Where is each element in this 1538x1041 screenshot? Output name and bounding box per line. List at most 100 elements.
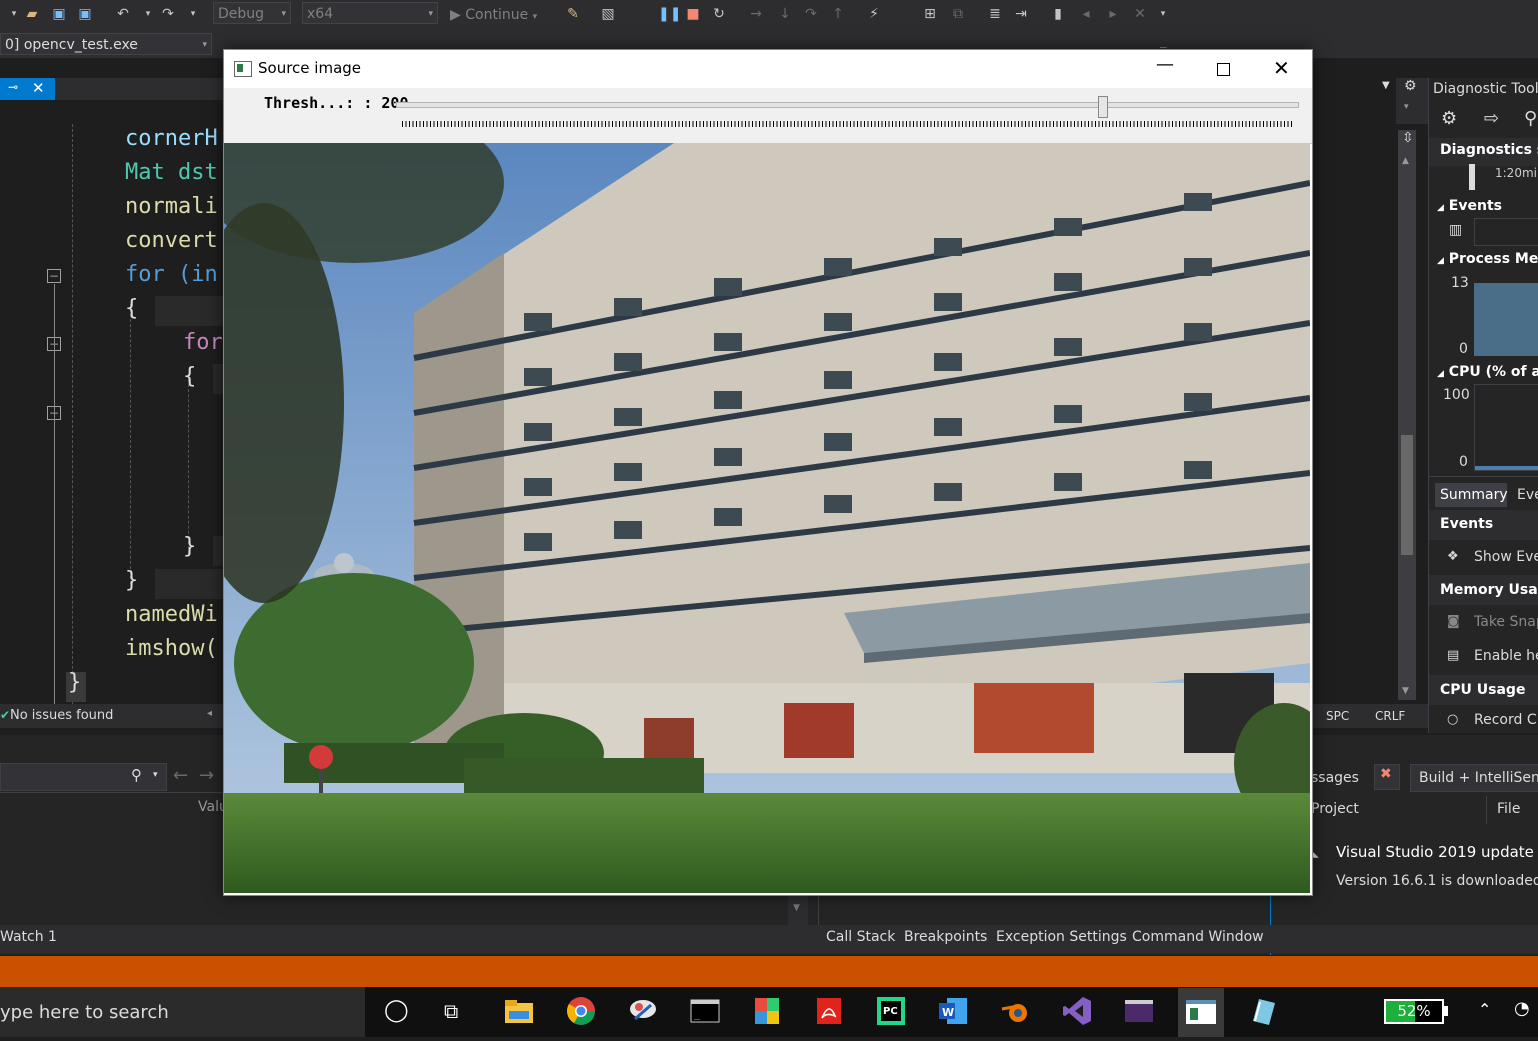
tab-exception-settings[interactable]: Exception Settings [996,929,1127,945]
scroll-left-icon[interactable]: ◂ [207,708,212,719]
search-dropdown-icon[interactable]: ▾ [153,770,158,780]
editor-scrollbar[interactable]: ⇳ ▲ ▼ [1398,130,1416,700]
back-icon[interactable]: ← [173,765,188,786]
pycharm-icon[interactable]: PC [875,995,907,1027]
dropdown-arrow-icon[interactable]: ▾ [6,6,22,22]
process-select[interactable]: 0] opencv_test.exe ▾ [0,33,212,55]
step-out-icon[interactable]: ↑ [830,6,846,22]
update-notification[interactable]: ◣ Visual Studio 2019 update Version 16.6… [1308,840,1538,920]
show-next-statement-icon[interactable]: → [748,6,764,22]
parallel-icon[interactable]: ⧉ [950,6,966,22]
acrobat-icon[interactable] [813,995,845,1027]
record-cpu-button[interactable]: Record CP [1474,712,1538,728]
save-all-icon[interactable]: ▣ [77,6,93,22]
word-icon[interactable]: W [937,995,969,1027]
screenshot-icon[interactable]: ▧ [600,6,616,22]
show-hidden-icons-icon[interactable]: ⌃ [1478,1000,1491,1019]
cortana-icon[interactable]: ◯ [384,998,409,1023]
enable-heap-toggle[interactable]: Enable he [1474,648,1538,664]
events-header[interactable]: ◢ Events [1437,198,1502,214]
tab-call-stack[interactable]: Call Stack [826,929,895,945]
forward-icon[interactable]: → [199,765,214,786]
settings-gear-icon[interactable]: ⚙ [1404,78,1417,94]
tab-summary[interactable]: Summary [1435,483,1508,507]
cpu-header[interactable]: ◢ CPU (% of all [1437,364,1538,380]
trackbar-thumb[interactable] [1097,96,1108,118]
undo-dropdown-icon[interactable]: ▾ [140,6,156,22]
hot-reload-icon[interactable]: ⚡ [866,6,882,22]
close-icon[interactable]: ✕ [1273,56,1290,80]
prev-bookmark-icon[interactable]: ◂ [1078,6,1094,22]
toolbar-overflow-icon[interactable]: ▾ [1155,6,1171,22]
snipping-tool-icon[interactable] [627,995,659,1027]
next-bookmark-icon[interactable]: ▸ [1105,6,1121,22]
taskbar-search-box[interactable]: ype here to search [0,987,365,1037]
tab-events[interactable]: Eve [1517,487,1538,503]
show-events-link[interactable]: Show Even [1474,549,1538,565]
whitespace-indicator[interactable]: SPC [1326,709,1349,723]
zoom-in-icon[interactable]: ⚲ [1524,108,1537,129]
process-icon[interactable]: ✎ [565,6,581,22]
window-titlebar[interactable]: Source image — ✕ [224,50,1312,88]
visual-studio-icon[interactable] [1061,995,1093,1027]
bookmark-icon[interactable]: ▮ [1050,6,1066,22]
close-tab-icon[interactable]: ✕ [32,79,45,97]
dropdown-icon[interactable]: ▾ [1404,102,1409,112]
platform-select[interactable]: x64 ▾ [302,2,438,24]
scroll-up-icon[interactable]: ▲ [1402,156,1409,166]
opencv-window-taskbar-button[interactable] [1178,988,1224,1037]
take-snapshot-button[interactable]: Take Snap [1474,614,1538,630]
filter-button[interactable]: ✖ [1374,764,1400,790]
redo-dropdown-icon[interactable]: ▾ [185,6,201,22]
indent-icon[interactable]: ⇥ [1013,6,1029,22]
continue-button[interactable]: ▶ Continue ▾ [450,4,537,26]
split-icon[interactable]: ⇳ [1402,130,1414,146]
watch-search-input[interactable]: ⚲ ▾ [0,763,167,791]
search-icon[interactable]: ⚲ [131,766,142,784]
task-view-icon[interactable]: ⧉ [444,999,458,1023]
scroll-thumb[interactable] [1401,435,1413,555]
step-over-icon[interactable]: ↷ [803,6,819,22]
minimize-icon[interactable]: — [1156,54,1174,75]
pin-icon[interactable]: ⊸ [8,80,18,94]
scope-select[interactable]: Build + IntelliSens [1410,764,1538,792]
watch-scrollbar[interactable]: ▼ [788,895,808,927]
pause-events-icon[interactable]: ▥ [1449,222,1462,238]
line-ending-indicator[interactable]: CRLF [1375,709,1405,723]
process-memory-header[interactable]: ◢ Process Mem [1437,251,1538,267]
window-menu-icon[interactable]: ▼ [1382,80,1390,91]
scroll-down-icon[interactable]: ▼ [1402,686,1409,696]
tab-watch-1[interactable]: Watch 1 [0,929,57,945]
issues-status[interactable]: No issues found [10,708,113,723]
settings-icon[interactable]: ⚙ [1441,108,1457,129]
scroll-down-icon[interactable]: ▼ [793,903,800,913]
project-column-header[interactable]: Project [1311,801,1359,817]
clear-bookmarks-icon[interactable]: ✕ [1132,6,1148,22]
configuration-select[interactable]: Debug ▾ [213,2,291,24]
blender-icon[interactable] [999,995,1031,1027]
office-icon[interactable] [751,995,783,1027]
timeline-marker[interactable] [1469,164,1475,190]
battery-indicator[interactable]: 52% [1384,999,1444,1024]
export-icon[interactable]: ⇨ [1484,108,1499,129]
stop-icon[interactable]: ■ [685,6,701,22]
thread-icon[interactable]: ⊞ [922,6,938,22]
notepad-icon[interactable] [1247,995,1279,1027]
network-icon[interactable]: ◔ [1514,998,1530,1019]
save-icon[interactable]: ▣ [51,6,67,22]
terminal-icon[interactable]: _ [689,995,721,1027]
pause-icon[interactable]: ❚❚ [658,6,681,22]
step-into-icon[interactable]: ↓ [777,6,793,22]
align-icon[interactable]: ≣ [987,6,1003,22]
code-editor[interactable]: cornerH Mat dst normali convert for (in … [0,124,225,704]
chrome-icon[interactable] [565,995,597,1027]
console-app-icon[interactable] [1123,995,1155,1027]
redo-icon[interactable]: ↷ [160,6,176,22]
trackbar-track[interactable] [396,102,1299,108]
restart-icon[interactable]: ↻ [711,6,727,22]
file-explorer-icon[interactable] [503,995,535,1027]
undo-icon[interactable]: ↶ [115,6,131,22]
collapse-icon[interactable]: − [47,269,61,283]
messages-filter[interactable]: ssages [1311,770,1359,786]
file-column-header[interactable]: File [1497,801,1520,817]
